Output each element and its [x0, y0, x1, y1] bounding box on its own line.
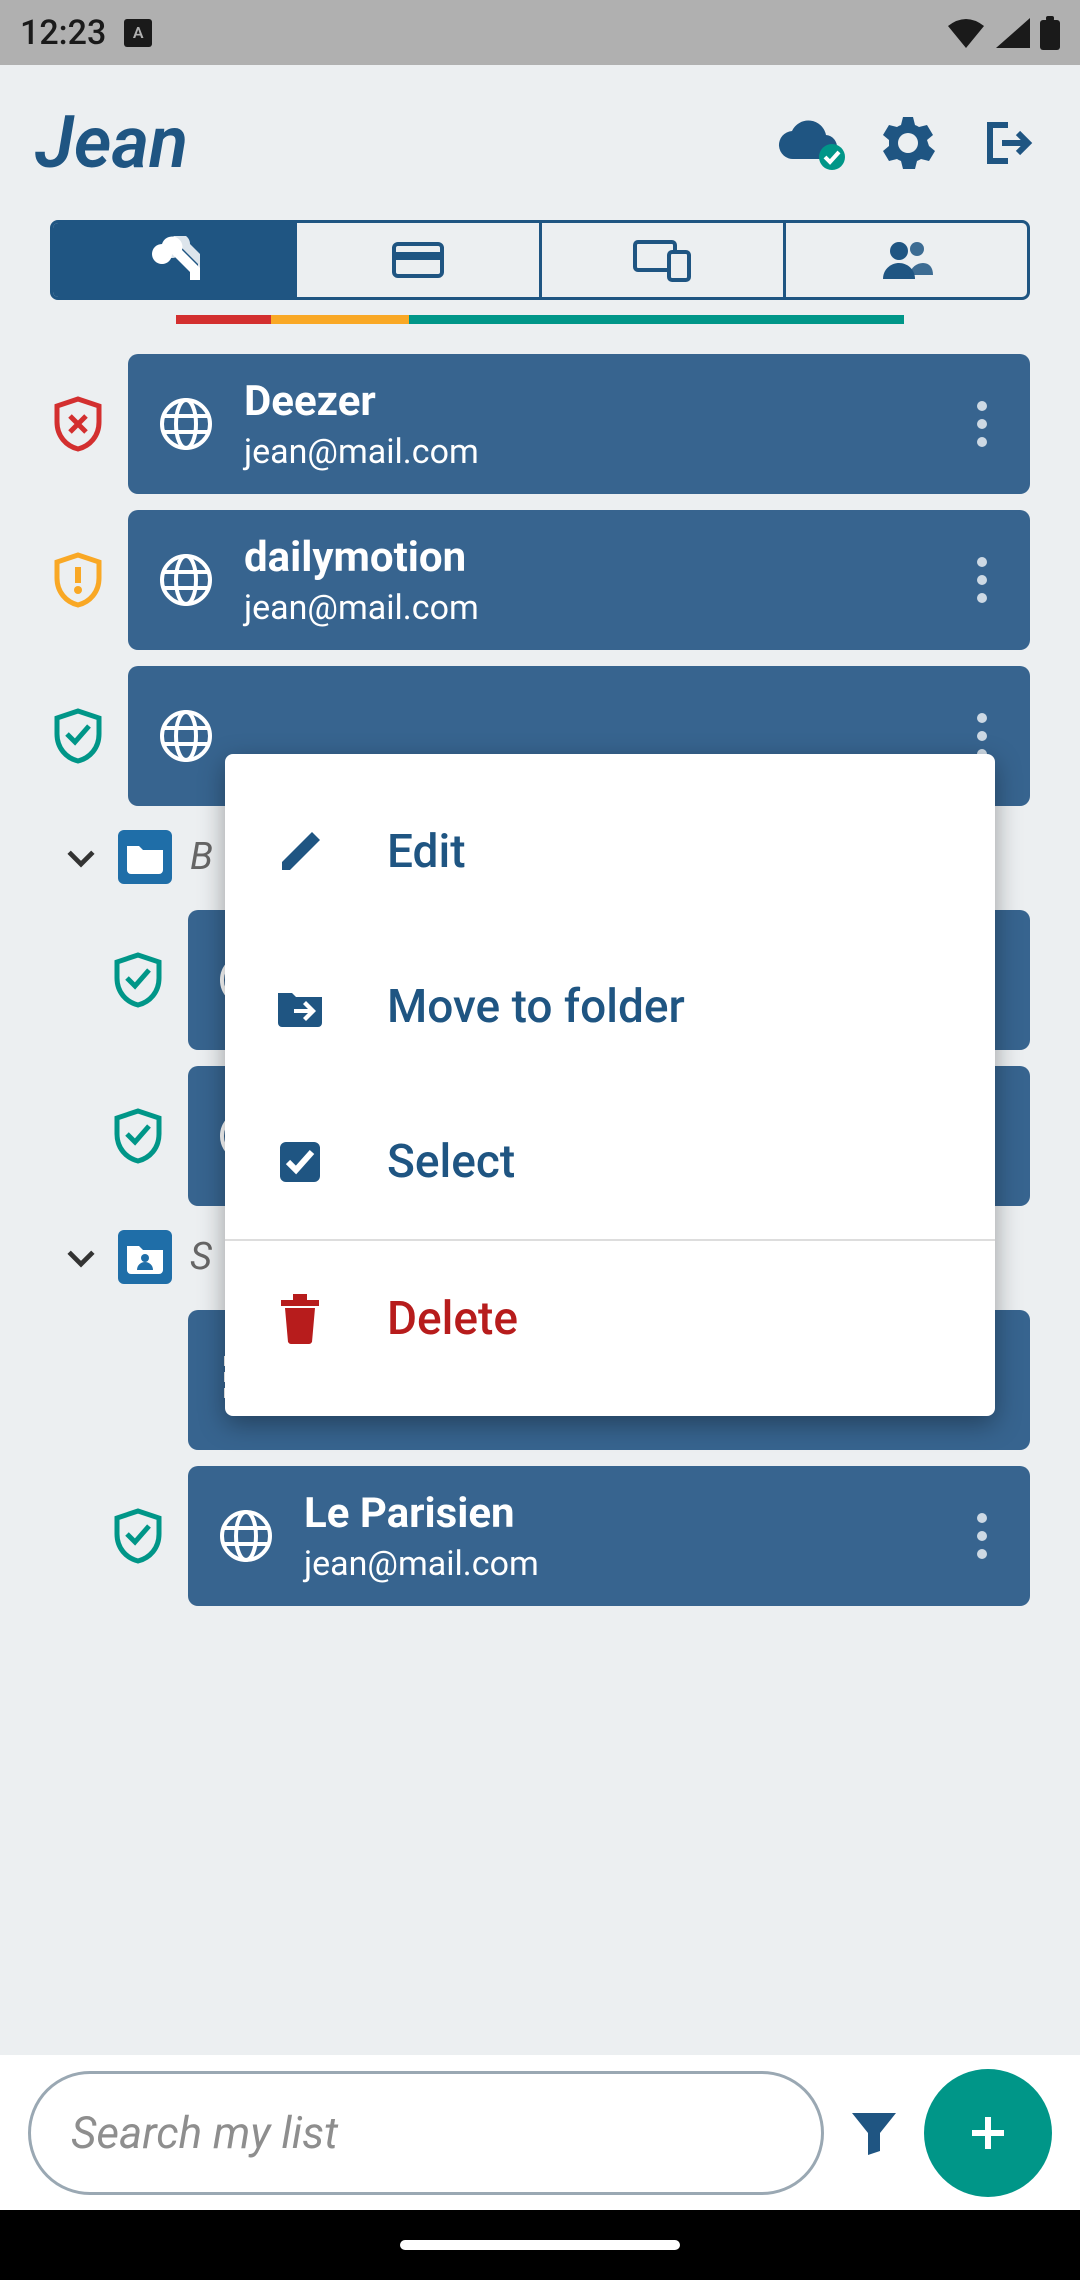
battery-icon — [1040, 16, 1060, 50]
people-icon — [879, 239, 933, 281]
filter-icon — [850, 2111, 898, 2155]
signal-icon — [996, 18, 1030, 48]
folder-icon — [118, 830, 172, 884]
system-navbar — [0, 2210, 1080, 2280]
entry-row: Le Parisien jean@mail.com — [110, 1466, 1030, 1606]
sync-button[interactable] — [771, 104, 849, 182]
status-icons — [946, 16, 1060, 50]
settings-button[interactable] — [869, 104, 947, 182]
app-title: Jean — [35, 100, 751, 185]
entry-card[interactable]: dailymotion jean@mail.com — [128, 510, 1030, 650]
checkbox-icon — [273, 1135, 327, 1189]
globe-icon — [156, 550, 216, 610]
category-tabs — [50, 220, 1030, 300]
folder-label: S — [190, 1235, 212, 1279]
more-vert-icon — [976, 400, 988, 448]
logout-button[interactable] — [967, 104, 1045, 182]
keys-icon — [148, 236, 200, 284]
entry-row: dailymotion jean@mail.com — [50, 510, 1030, 650]
menu-delete[interactable]: Delete — [225, 1241, 995, 1396]
shield-ok-icon — [110, 1108, 166, 1164]
status-time: 12:23 — [20, 13, 106, 53]
entry-card[interactable]: Deezer jean@mail.com — [128, 354, 1030, 494]
entry-row: Deezer jean@mail.com — [50, 354, 1030, 494]
entry-title: dailymotion — [244, 533, 934, 582]
pencil-icon — [273, 825, 327, 879]
entry-more-button[interactable] — [962, 1501, 1002, 1571]
cloud-check-icon — [774, 115, 846, 171]
app-toolbar: Jean — [0, 65, 1080, 220]
gear-icon — [880, 115, 936, 171]
folder-person-icon — [118, 1230, 172, 1284]
entry-title: Deezer — [244, 377, 934, 426]
tab-passwords[interactable] — [53, 223, 297, 297]
shield-warning-icon — [50, 552, 106, 608]
devices-icon — [633, 238, 691, 282]
entry-card[interactable]: Le Parisien jean@mail.com — [188, 1466, 1030, 1606]
status-bar: 12:23 A — [0, 0, 1080, 65]
more-vert-icon — [976, 556, 988, 604]
globe-icon — [156, 706, 216, 766]
menu-delete-label: Delete — [387, 1292, 518, 1346]
chevron-down-icon — [62, 838, 100, 876]
entry-title: Le Parisien — [304, 1489, 934, 1538]
folder-move-icon — [273, 980, 327, 1034]
tab-devices[interactable] — [542, 223, 786, 297]
add-fab[interactable] — [924, 2069, 1052, 2197]
search-input[interactable]: Search my list — [28, 2071, 824, 2195]
plus-icon — [964, 2109, 1012, 2157]
more-vert-icon — [976, 712, 988, 760]
entry-subtitle: jean@mail.com — [304, 1544, 934, 1584]
tab-identities[interactable] — [786, 223, 1027, 297]
entry-subtitle: jean@mail.com — [244, 432, 934, 472]
menu-move[interactable]: Move to folder — [225, 929, 995, 1084]
wifi-icon — [946, 18, 986, 48]
nav-home-pill[interactable] — [400, 2240, 680, 2250]
tab-cards[interactable] — [297, 223, 541, 297]
globe-icon — [216, 1506, 276, 1566]
shield-ok-icon — [50, 708, 106, 764]
entry-more-button[interactable] — [962, 545, 1002, 615]
filter-button[interactable] — [844, 2103, 904, 2163]
bottom-bar: Search my list — [0, 2055, 1080, 2210]
menu-move-label: Move to folder — [387, 980, 685, 1034]
card-icon — [392, 240, 444, 280]
entry-more-button[interactable] — [962, 389, 1002, 459]
strength-bar — [176, 315, 904, 324]
menu-edit-label: Edit — [387, 825, 466, 879]
entries-list: Deezer jean@mail.com dailymotion jean@ma… — [0, 324, 1080, 2055]
menu-select-label: Select — [387, 1135, 515, 1189]
chevron-down-icon — [62, 1238, 100, 1276]
status-app-badge: A — [124, 19, 152, 47]
shield-danger-icon — [50, 396, 106, 452]
shield-ok-icon — [110, 1508, 166, 1564]
entry-subtitle: jean@mail.com — [244, 588, 934, 628]
globe-icon — [156, 394, 216, 454]
menu-edit[interactable]: Edit — [225, 774, 995, 929]
folder-label: B — [190, 835, 213, 879]
logout-icon — [978, 115, 1034, 171]
search-placeholder: Search my list — [71, 2107, 338, 2159]
menu-select[interactable]: Select — [225, 1084, 995, 1239]
context-menu: Edit Move to folder Select Delete — [225, 754, 995, 1416]
more-vert-icon — [976, 1512, 988, 1560]
trash-icon — [273, 1292, 327, 1346]
shield-ok-icon — [110, 952, 166, 1008]
